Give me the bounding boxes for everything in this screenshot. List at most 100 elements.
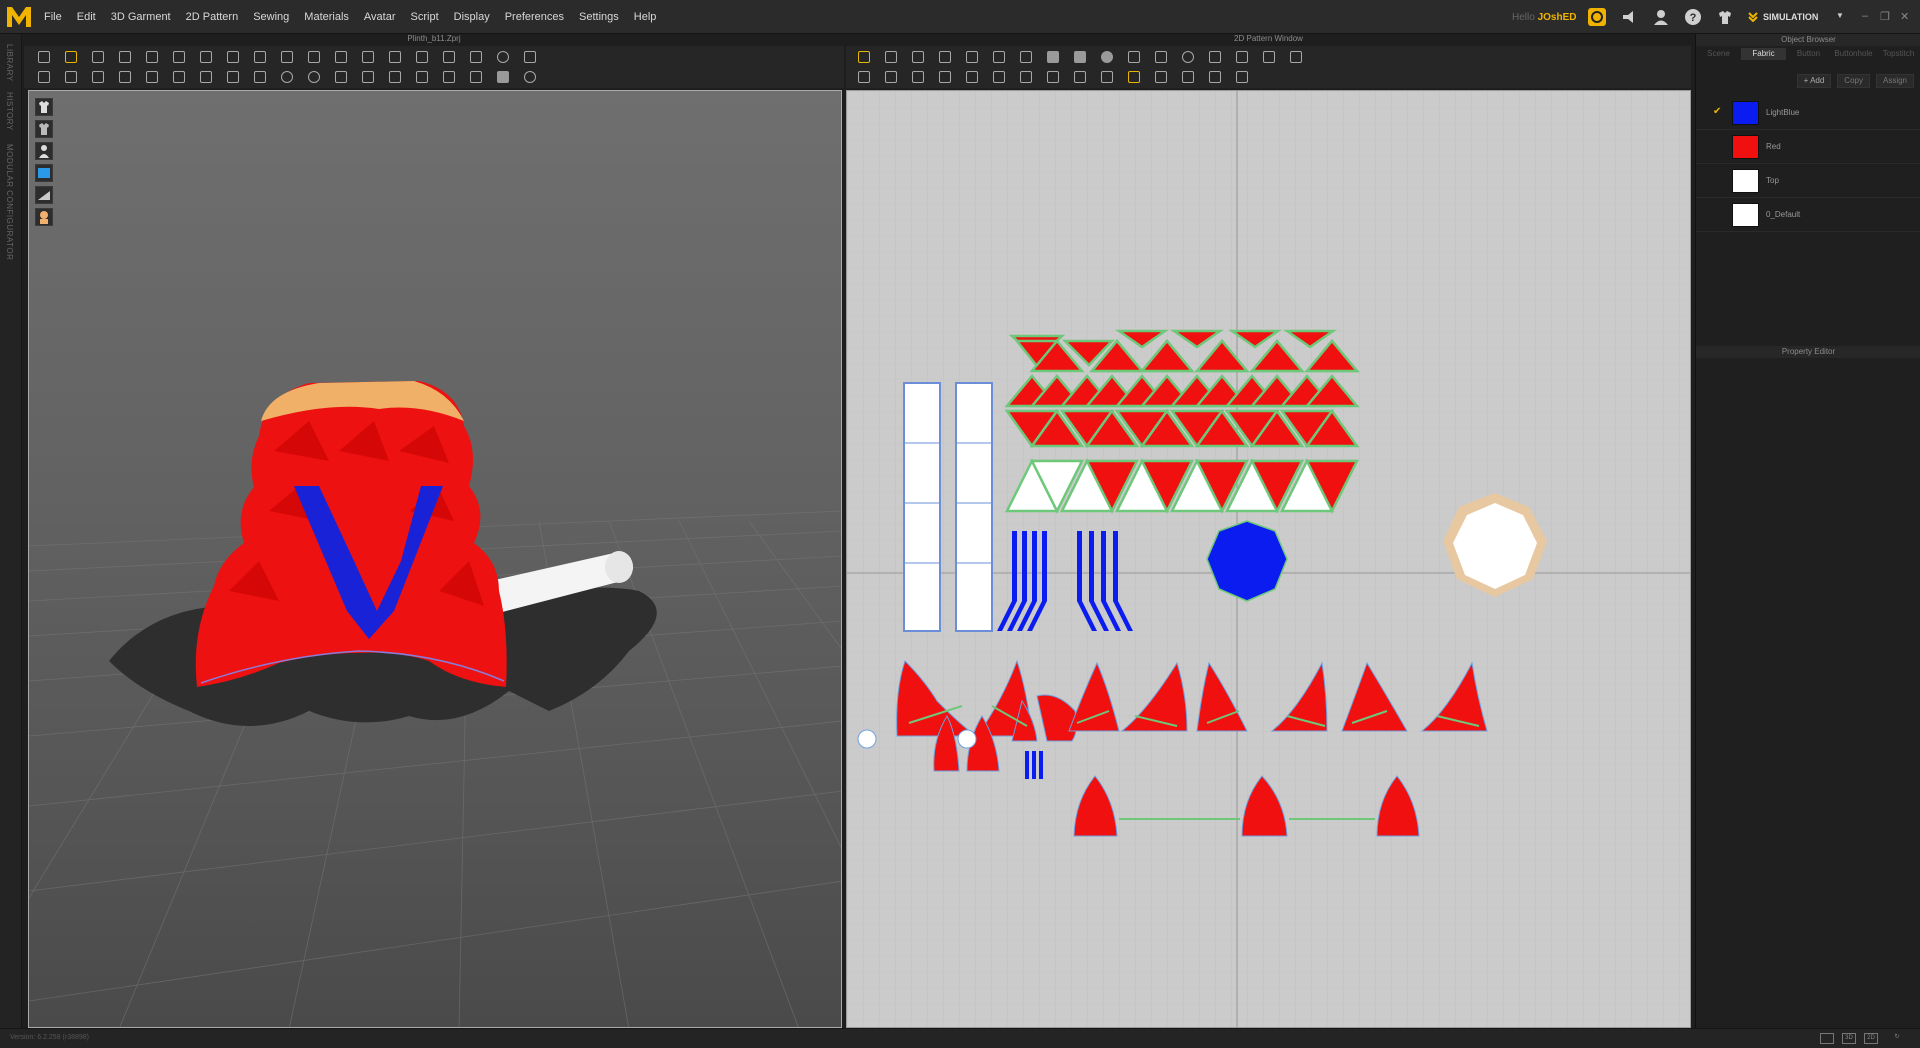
avatar-icon[interactable] [414, 49, 428, 63]
menu-preferences[interactable]: Preferences [505, 11, 564, 23]
fabric-row-lightblue[interactable]: ✔ LightBlue [1696, 96, 1920, 130]
polygon-icon[interactable] [1045, 49, 1059, 63]
tab-library[interactable]: LIBRARY [5, 44, 14, 82]
minimize-icon[interactable]: – [1862, 10, 1868, 22]
select-icon[interactable] [36, 49, 50, 63]
garment-display-icon[interactable] [35, 98, 53, 116]
rectangle-icon[interactable] [1072, 49, 1086, 63]
chevron-down-icon[interactable]: ▼ [1836, 11, 1844, 20]
camera-icon[interactable] [360, 69, 374, 83]
fold-icon[interactable] [171, 49, 185, 63]
internal-polygon-icon[interactable] [1126, 49, 1140, 63]
tab-fabric[interactable]: Fabric [1741, 48, 1786, 60]
circle-icon[interactable] [1099, 49, 1113, 63]
wrinkle-icon[interactable] [468, 49, 482, 63]
check-sewing-icon[interactable] [937, 69, 951, 83]
menu-edit[interactable]: Edit [77, 11, 96, 23]
skin-display-icon[interactable] [35, 208, 53, 226]
line-icon[interactable] [333, 69, 347, 83]
tab-modular-configurator[interactable]: MODULAR CONFIGURATOR [5, 144, 14, 260]
user-name[interactable]: JOshED [1538, 12, 1577, 23]
menu-sewing[interactable]: Sewing [253, 11, 289, 23]
layer-icon[interactable] [171, 69, 185, 83]
blue-octagon-piece[interactable] [1206, 520, 1288, 602]
add-point-icon[interactable] [964, 49, 978, 63]
target-icon[interactable] [306, 69, 320, 83]
texture-2d-icon[interactable] [1045, 69, 1059, 83]
garment-settings-icon[interactable] [1716, 8, 1734, 26]
internal-circle-icon[interactable] [1180, 49, 1194, 63]
button-marker[interactable] [957, 729, 977, 749]
tab-history[interactable]: HISTORY [5, 92, 14, 131]
fitting-icon[interactable] [387, 49, 401, 63]
pin-icon[interactable] [225, 49, 239, 63]
offset-icon[interactable] [1288, 49, 1302, 63]
fabric-row-default[interactable]: 0_Default [1696, 198, 1920, 232]
measure-icon[interactable] [279, 49, 293, 63]
arrange-icon[interactable] [117, 69, 131, 83]
lock-icon[interactable] [90, 69, 104, 83]
graphic-2d-icon[interactable] [1072, 69, 1086, 83]
edit-sewing-icon[interactable] [1018, 69, 1032, 83]
garment-icon[interactable] [306, 49, 320, 63]
transform-icon[interactable] [90, 49, 104, 63]
assign-fabric-button[interactable]: Assign [1875, 74, 1914, 88]
move-icon[interactable] [63, 49, 77, 63]
shrink-icon[interactable] [441, 49, 455, 63]
rotate-icon[interactable] [144, 49, 158, 63]
view2d-viewport[interactable] [846, 90, 1691, 1028]
shade-display-icon[interactable] [35, 186, 53, 204]
trim-icon[interactable] [252, 69, 266, 83]
jacket-icon[interactable] [495, 69, 509, 83]
menu-help[interactable]: Help [634, 11, 657, 23]
close-icon[interactable]: ✕ [1900, 10, 1909, 23]
scale-icon[interactable] [117, 49, 131, 63]
menu-script[interactable]: Script [411, 11, 439, 23]
tab-button[interactable]: Button [1786, 48, 1831, 60]
avatar-display-icon[interactable] [35, 142, 53, 160]
menu-settings[interactable]: Settings [579, 11, 619, 23]
slash-spread-icon[interactable] [1018, 49, 1032, 63]
add-fabric-button[interactable]: + Add [1796, 74, 1832, 88]
free-sewing-icon[interactable] [883, 69, 897, 83]
fold-sewing-icon[interactable] [991, 69, 1005, 83]
layout-single-icon[interactable] [1820, 1033, 1834, 1044]
buttonhole-icon[interactable] [1126, 69, 1140, 83]
mn-sewing-icon[interactable] [910, 69, 924, 83]
piping-icon[interactable] [1207, 69, 1221, 83]
tab-scene[interactable]: Scene [1696, 48, 1741, 60]
shirt-icon[interactable] [468, 69, 482, 83]
dart-icon[interactable] [1207, 49, 1221, 63]
edit-curvature-icon[interactable] [910, 49, 924, 63]
view3d-viewport[interactable] [28, 90, 842, 1028]
layout-2d-icon[interactable]: 2D [1864, 1033, 1878, 1044]
button-marker[interactable] [857, 729, 877, 749]
zoom-icon[interactable] [495, 49, 509, 63]
edit-point-icon[interactable] [883, 49, 897, 63]
restore-icon[interactable]: ❐ [1880, 10, 1890, 23]
refresh-icon[interactable]: ↻ [1890, 1033, 1904, 1044]
button-2d-icon[interactable] [1099, 69, 1113, 83]
menu-3d-garment[interactable]: 3D Garment [111, 11, 171, 23]
record-icon[interactable] [279, 69, 293, 83]
sphere-icon[interactable] [522, 69, 536, 83]
menu-2d-pattern[interactable]: 2D Pattern [186, 11, 239, 23]
segment-sewing-icon[interactable] [856, 69, 870, 83]
menu-avatar[interactable]: Avatar [364, 11, 396, 23]
strap-icon[interactable] [360, 49, 374, 63]
pleat-icon[interactable] [1234, 49, 1248, 63]
tack-sewing-icon[interactable] [964, 69, 978, 83]
cloud-sync-icon[interactable] [1588, 8, 1606, 26]
curve-point-icon[interactable] [937, 49, 951, 63]
align-icon[interactable] [441, 69, 455, 83]
puckering-icon[interactable] [225, 69, 239, 83]
announcement-icon[interactable] [1620, 8, 1638, 26]
cut-icon[interactable] [991, 49, 1005, 63]
fabric-display-icon[interactable] [35, 164, 53, 182]
tack-icon[interactable] [198, 49, 212, 63]
texture-icon[interactable] [387, 69, 401, 83]
measure-2d-icon[interactable] [1234, 69, 1248, 83]
user-account-icon[interactable] [1652, 8, 1670, 26]
internal-rectangle-icon[interactable] [1153, 49, 1167, 63]
simulation-mode-button[interactable]: SIMULATION [1748, 7, 1828, 27]
